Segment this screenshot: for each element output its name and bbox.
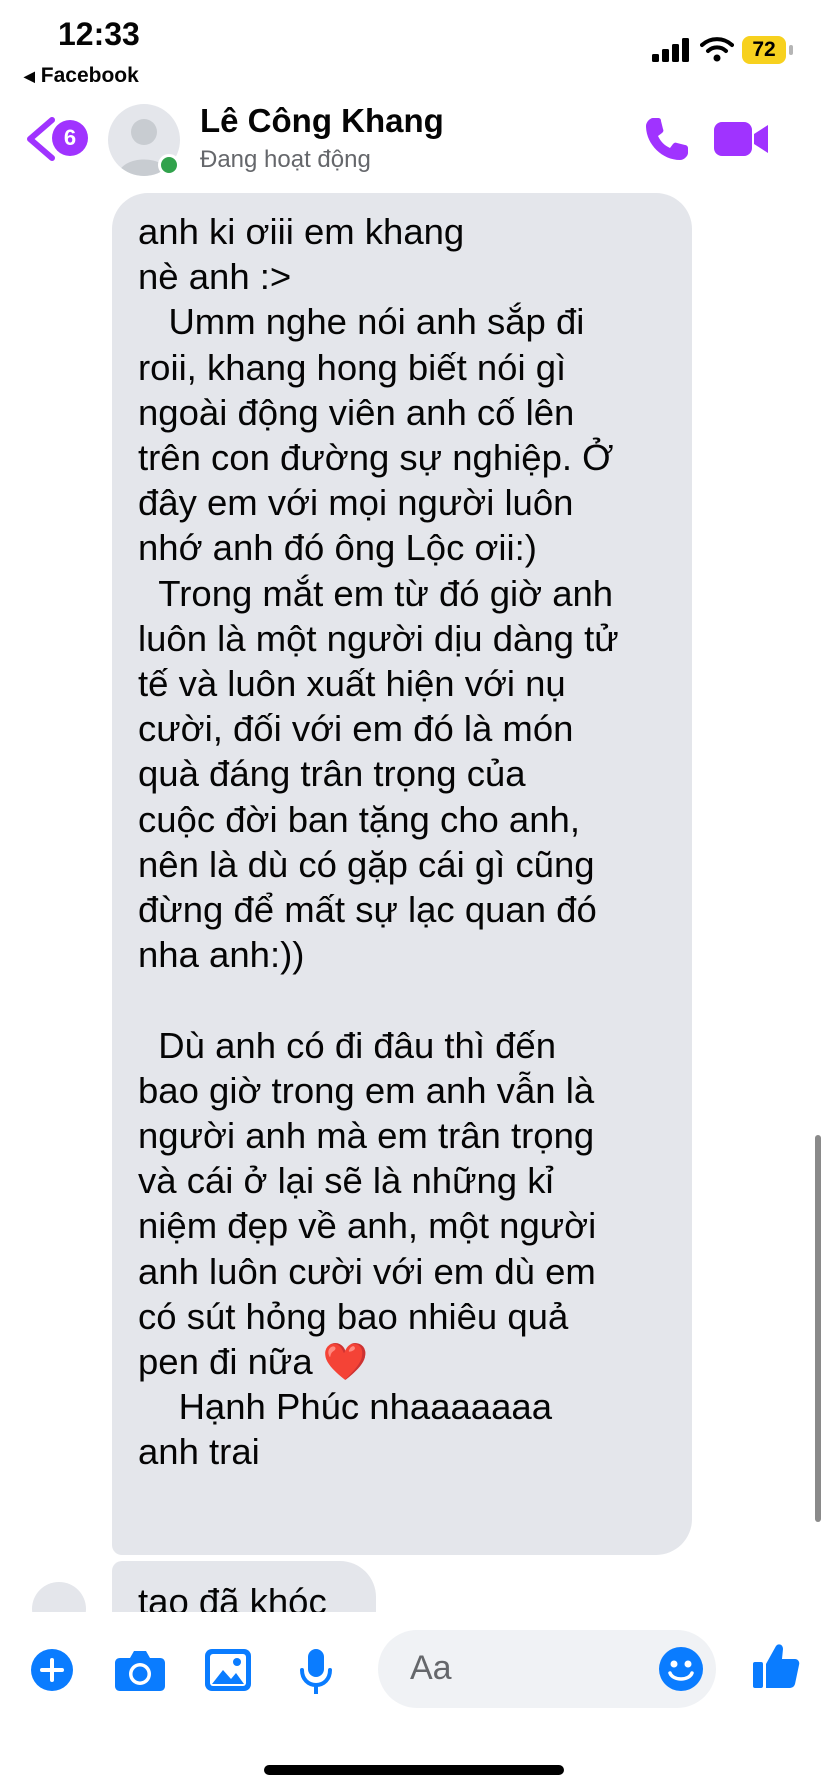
emoji-icon[interactable] xyxy=(658,1646,704,1692)
battery-cap xyxy=(789,45,793,55)
back-to-app-link[interactable]: ◀ Facebook xyxy=(24,64,139,88)
scroll-indicator[interactable] xyxy=(815,1135,821,1522)
gallery-icon[interactable] xyxy=(204,1648,252,1692)
battery-level: 72 xyxy=(752,38,776,61)
wifi-icon xyxy=(700,37,734,62)
message-bubble[interactable]: anh ki ơiii em khang nè anh :> Umm nghe … xyxy=(112,193,692,1555)
clock: 12:33 xyxy=(58,16,140,52)
back-app-label: Facebook xyxy=(40,64,139,87)
microphone-icon[interactable] xyxy=(298,1648,334,1696)
unread-count-badge[interactable]: 6 xyxy=(52,120,88,156)
thumbs-up-icon[interactable] xyxy=(752,1642,800,1690)
message-text: anh ki ơiii em khang nè anh :> Umm nghe … xyxy=(138,211,619,1473)
message-input-placeholder: Aa xyxy=(410,1649,452,1687)
message-input[interactable]: Aa xyxy=(378,1630,716,1708)
home-indicator[interactable] xyxy=(264,1765,564,1775)
back-triangle-icon: ◀ xyxy=(24,67,35,84)
contact-name[interactable]: Lê Công Khang xyxy=(200,102,444,140)
phone-icon[interactable] xyxy=(642,114,692,164)
cellular-signal-icon xyxy=(652,38,689,62)
battery-indicator: 72 xyxy=(742,36,786,64)
video-camera-icon[interactable] xyxy=(712,116,770,162)
contact-status: Đang hoạt động xyxy=(200,146,371,173)
chat-header: 6 Lê Công Khang Đang hoạt động xyxy=(0,92,828,188)
plus-circle-icon[interactable] xyxy=(30,1648,74,1692)
status-bar: 12:33 ◀ Facebook 72 xyxy=(0,0,828,92)
camera-icon[interactable] xyxy=(114,1648,166,1692)
online-status-dot xyxy=(158,154,180,176)
